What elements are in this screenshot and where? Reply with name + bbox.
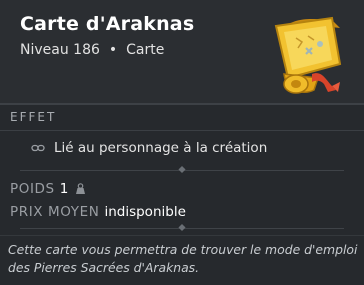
description-rule (0, 235, 364, 236)
effect-text: Lié au personnage à la création (54, 140, 268, 156)
price-label: PRIX MOYEN (10, 204, 100, 220)
subtitle-separator: • (108, 42, 118, 58)
effects-separator (20, 165, 344, 174)
item-level: Niveau 186 (20, 42, 100, 58)
item-name: Carte d'Araknas (20, 13, 195, 35)
weight-label: POIDS (10, 181, 55, 197)
item-subtitle: Niveau 186 • Carte (20, 42, 164, 58)
effect-item: Lié au personnage à la création (31, 140, 267, 156)
item-header: Carte d'Araknas Niveau 186 • Carte (0, 0, 364, 103)
weight-row: POIDS 1 (10, 181, 87, 197)
price-value: indisponible (104, 204, 186, 220)
weight-icon (76, 183, 86, 194)
weight-value: 1 (59, 181, 69, 197)
header-divider (0, 103, 364, 105)
item-type: Carte (126, 42, 165, 58)
effects-heading: EFFET (10, 110, 57, 124)
stats-separator (20, 223, 344, 232)
separator-diamond (178, 165, 186, 174)
price-row: PRIX MOYEN indisponible (10, 204, 186, 220)
link-icon (31, 144, 45, 152)
treasure-map-icon (274, 16, 342, 94)
item-description: Cette carte vous permettra de trouver le… (8, 242, 358, 275)
effects-heading-rule (0, 130, 364, 131)
separator-diamond (178, 223, 186, 232)
